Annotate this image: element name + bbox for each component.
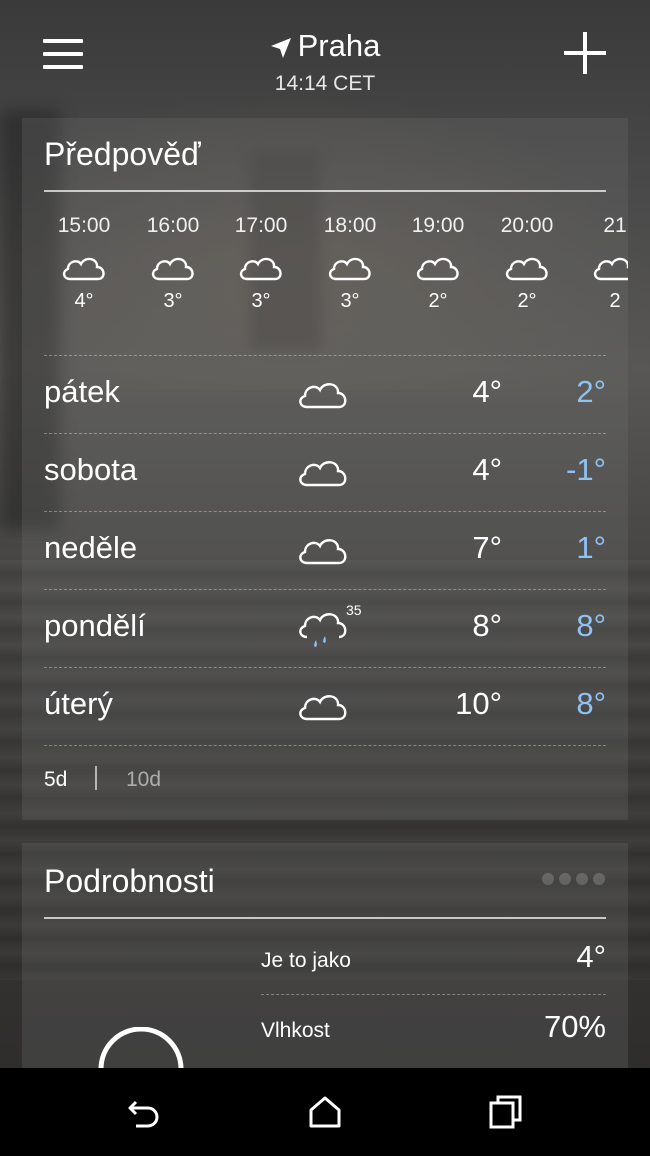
detail-row-feels-like: Je to jako 4°: [261, 927, 606, 997]
daily-row[interactable]: pondělí 35 8° 8°: [22, 590, 628, 668]
location-arrow-icon: [270, 37, 291, 58]
hour-time: 15:00: [57, 214, 111, 237]
row-divider: [44, 745, 606, 746]
forecast-card: Předpověď 15:00 4° 16:00 3° 17:00 3° 18:…: [22, 118, 628, 820]
forecast-title: Předpověď: [44, 136, 201, 172]
home-icon[interactable]: [305, 1092, 345, 1132]
day-name: pondělí: [44, 608, 146, 643]
hour-time: 21: [603, 214, 627, 237]
hour-temp: 2°: [517, 290, 537, 312]
city-name: Praha: [297, 28, 381, 63]
low-temp: 1°: [576, 530, 606, 565]
cloud-icon: [239, 257, 282, 281]
hour-time: 16:00: [146, 214, 200, 237]
hour-time: 18:00: [323, 214, 377, 237]
daily-row[interactable]: pátek 4° 2°: [22, 356, 628, 434]
hourly-forecast[interactable]: 15:00 4° 16:00 3° 17:00 3° 18:00 3° 19:0…: [22, 214, 628, 344]
detail-label: Je to jako: [261, 949, 351, 972]
more-options-icon[interactable]: [542, 869, 606, 891]
cloud-icon: [299, 383, 347, 409]
details-divider: [44, 917, 606, 919]
cloud-icon: [593, 257, 628, 281]
hourly-item: 20:00 2°: [487, 214, 567, 313]
hour-temp: 2: [609, 290, 621, 312]
hour-time: 17:00: [234, 214, 288, 237]
add-location-icon[interactable]: [562, 30, 608, 76]
range-separator: [95, 766, 97, 790]
day-name: pátek: [44, 374, 120, 409]
hourly-item: 19:00 2°: [398, 214, 478, 313]
hour-temp: 3°: [340, 290, 360, 312]
low-temp: -1°: [566, 452, 606, 487]
back-icon[interactable]: [124, 1092, 164, 1132]
day-name: sobota: [44, 452, 138, 487]
high-temp: 4°: [472, 452, 502, 487]
hour-temp: 4°: [74, 290, 94, 312]
range-5d-button[interactable]: 5d: [44, 768, 67, 792]
cloud-icon: [151, 257, 194, 281]
cloud-icon: [62, 257, 105, 281]
hourly-item: 15:00 4°: [44, 214, 124, 313]
low-temp: 8°: [576, 686, 606, 721]
hour-time: 19:00: [411, 214, 465, 237]
forecast-divider: [44, 190, 606, 192]
detail-label: Vlhkost: [261, 1019, 330, 1042]
low-temp: 2°: [576, 374, 606, 409]
navigation-bar: [0, 1068, 650, 1156]
detail-value: 4°: [576, 939, 606, 974]
day-name: úterý: [44, 686, 113, 721]
daily-row[interactable]: sobota 4° -1°: [22, 434, 628, 512]
top-bar: Praha 14:14 CET: [0, 0, 650, 110]
detail-row-divider: [261, 994, 606, 995]
details-card: Podrobnosti Je to jako 4° Vlhkost 70%: [22, 843, 628, 1068]
hourly-item: 17:00 3°: [221, 214, 301, 313]
details-title: Podrobnosti: [44, 863, 215, 899]
daily-row[interactable]: úterý 10° 8°: [22, 668, 628, 746]
cloud-icon: [328, 257, 371, 281]
cloud-icon: [299, 461, 347, 487]
hourly-item: 16:00 3°: [133, 214, 213, 313]
hour-temp: 2°: [428, 290, 448, 312]
local-time: 14:14 CET: [274, 72, 376, 95]
cloud-icon: [299, 695, 347, 721]
hour-temp: 3°: [251, 290, 271, 312]
high-temp: 8°: [472, 608, 502, 643]
location-title[interactable]: Praha: [0, 28, 650, 64]
high-temp: 7°: [472, 530, 502, 565]
high-temp: 4°: [472, 374, 502, 409]
gauge-icon: [98, 1027, 184, 1068]
detail-value: 70%: [543, 1009, 606, 1044]
day-name: neděle: [44, 530, 138, 565]
high-temp: 10°: [455, 686, 502, 721]
daily-row[interactable]: neděle 7° 1°: [22, 512, 628, 590]
range-10d-button[interactable]: 10d: [126, 768, 161, 792]
low-temp: 8°: [576, 608, 606, 643]
detail-row-humidity: Vlhkost 70%: [261, 997, 606, 1067]
precip-chance: 35: [346, 602, 362, 618]
rain-cloud-icon: [299, 613, 347, 647]
hour-time: 20:00: [500, 214, 554, 237]
recent-apps-icon[interactable]: [486, 1092, 526, 1132]
hour-temp: 3°: [163, 290, 183, 312]
hourly-item: 21 2: [575, 214, 628, 313]
cloud-icon: [416, 257, 459, 281]
cloud-icon: [299, 539, 347, 565]
cloud-icon: [505, 257, 548, 281]
hourly-item: 18:00 3°: [310, 214, 390, 313]
